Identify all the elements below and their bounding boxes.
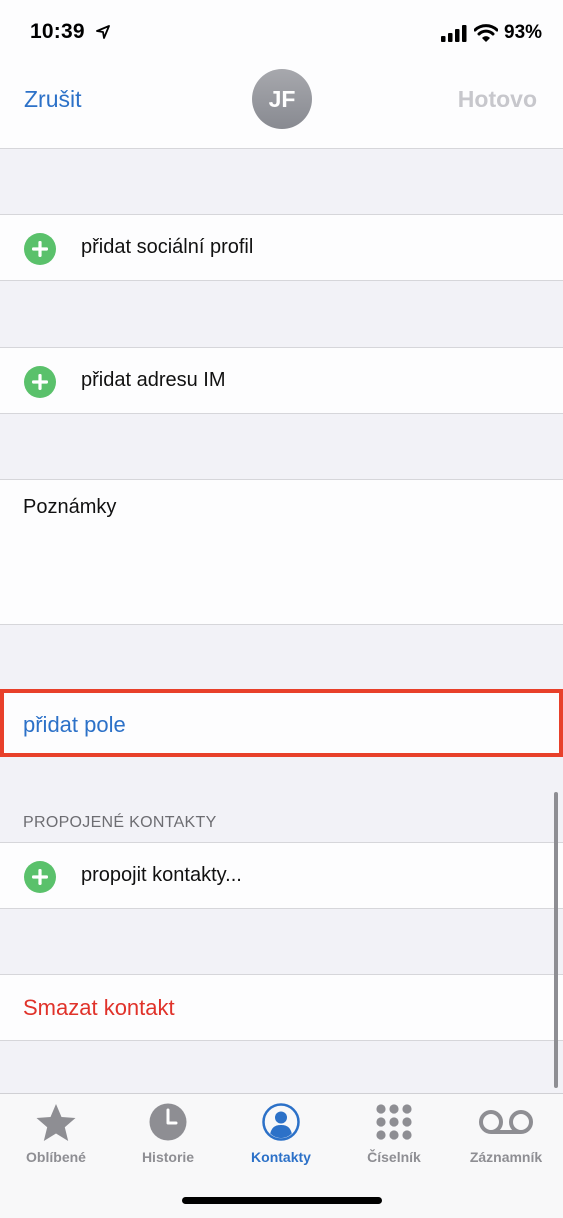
link-contacts-label: propojit kontakty...	[81, 864, 242, 886]
cellular-signal-icon	[441, 25, 467, 42]
linked-contacts-header: PROPOJENÉ KONTAKTY	[23, 814, 217, 831]
contact-avatar[interactable]: JF	[252, 69, 312, 129]
notes-label: Poznámky	[23, 496, 117, 518]
add-social-profile-row[interactable]: přidat sociální profil	[0, 214, 563, 281]
tab-favorites-label: Oblíbené	[26, 1149, 86, 1165]
tab-recents[interactable]: Historie	[112, 1094, 224, 1174]
add-im-address-label: přidat adresu IM	[81, 369, 226, 391]
cancel-button[interactable]: Zrušit	[24, 86, 82, 113]
location-arrow-icon	[96, 25, 110, 39]
add-field-button[interactable]: přidat pole	[0, 689, 563, 757]
nav-bar: Zrušit JF Hotovo	[0, 62, 563, 149]
add-im-address-row[interactable]: přidat adresu IM	[0, 347, 563, 414]
delete-contact-label: Smazat kontakt	[23, 995, 175, 1020]
tab-keypad-label: Číselník	[367, 1149, 421, 1165]
done-button[interactable]: Hotovo	[458, 86, 537, 113]
keypad-icon	[376, 1104, 412, 1140]
home-indicator[interactable]	[182, 1197, 382, 1204]
tab-favorites[interactable]: Oblíbené	[0, 1094, 112, 1174]
tab-contacts-label: Kontakty	[251, 1149, 311, 1165]
status-bar: 10:39 93%	[0, 0, 563, 62]
tab-voicemail[interactable]: Záznamník	[450, 1094, 562, 1174]
status-time: 10:39	[30, 20, 85, 43]
tab-keypad[interactable]: Číselník	[338, 1094, 450, 1174]
add-circle-icon	[24, 366, 56, 398]
add-social-profile-label: přidat sociální profil	[81, 236, 254, 258]
add-circle-icon	[24, 861, 56, 893]
scrollbar[interactable]	[554, 792, 558, 1088]
add-circle-icon	[24, 233, 56, 265]
avatar-initials: JF	[268, 85, 296, 112]
tab-contacts[interactable]: Kontakty	[225, 1094, 337, 1174]
star-icon	[36, 1104, 76, 1141]
tab-recents-label: Historie	[141, 1149, 195, 1165]
voicemail-icon	[479, 1110, 533, 1134]
clock-icon	[149, 1103, 187, 1141]
wifi-icon	[474, 24, 498, 42]
tab-voicemail-label: Záznamník	[469, 1149, 543, 1165]
add-field-label: přidat pole	[23, 712, 126, 737]
person-icon	[262, 1103, 300, 1141]
delete-contact-row[interactable]: Smazat kontakt	[0, 974, 563, 1041]
battery-percentage: 93%	[504, 22, 543, 43]
link-contacts-row[interactable]: propojit kontakty...	[0, 842, 563, 909]
notes-field[interactable]: Poznámky	[0, 479, 563, 625]
